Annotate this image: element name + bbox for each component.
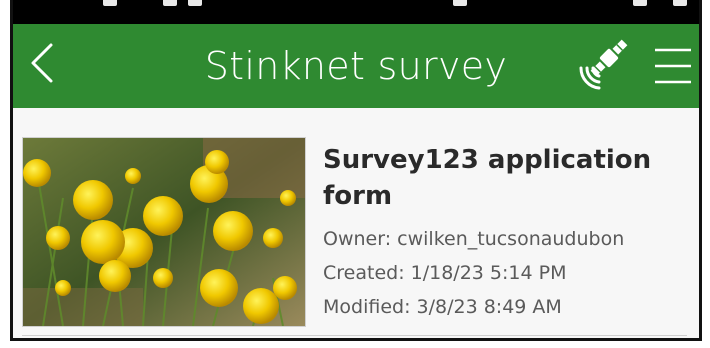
status-icon (633, 0, 647, 6)
back-button[interactable] (25, 40, 59, 86)
app-frame: Stinknet survey Survey123 application fo… (10, 0, 702, 341)
survey-item-info[interactable]: Survey123 application form Owner: cwilke… (323, 142, 689, 324)
battery-icon (673, 0, 687, 6)
survey-thumbnail[interactable] (22, 137, 306, 327)
survey-created: Created: 1/18/23 5:14 PM (323, 262, 567, 284)
survey-list: Survey123 application form Owner: cwilke… (13, 108, 699, 338)
survey-thumbnail-image (23, 138, 305, 326)
status-bar (13, 0, 699, 24)
app-header: Stinknet survey (13, 24, 699, 108)
status-icon (188, 0, 202, 6)
gps-button[interactable] (573, 38, 631, 94)
hamburger-menu-icon (655, 48, 691, 84)
list-divider (22, 335, 687, 336)
menu-button[interactable] (651, 42, 695, 90)
survey-modified: Modified: 3/8/23 8:49 AM (323, 296, 562, 318)
survey-title: Survey123 application form (323, 145, 652, 211)
status-icon (453, 0, 467, 6)
satellite-icon (579, 39, 628, 90)
status-icon (103, 0, 117, 6)
status-icon (163, 0, 177, 6)
survey-owner: Owner: cwilken_tucsonaudubon (323, 228, 625, 250)
chevron-left-icon (31, 43, 53, 83)
